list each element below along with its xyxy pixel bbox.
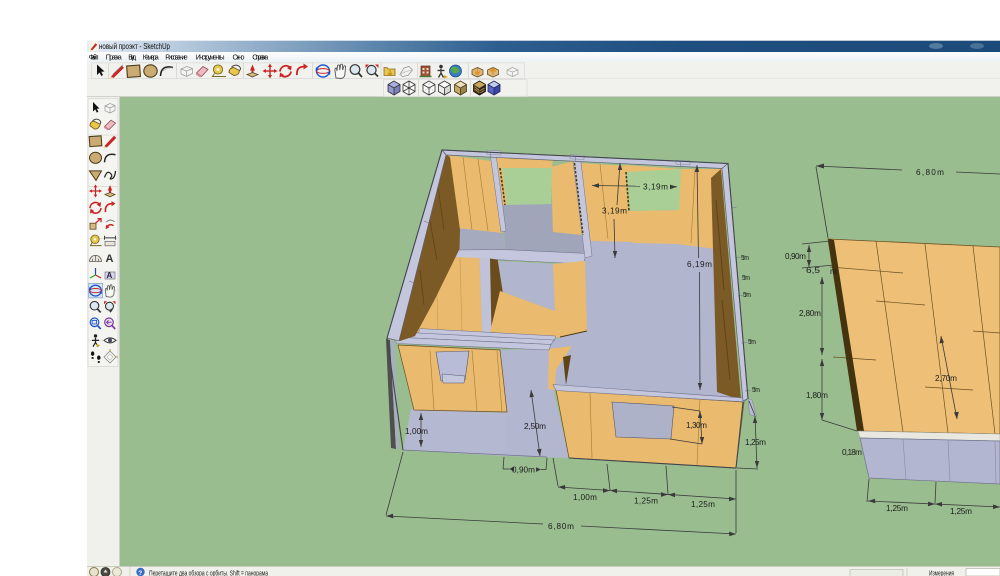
svg-text:1,00m: 1,00m: [405, 427, 428, 436]
svg-text:новый проэкт - SketchUp: новый проэкт - SketchUp: [99, 42, 170, 51]
svg-text:5m: 5m: [748, 339, 756, 346]
svg-text:5m: 5m: [743, 292, 751, 299]
svg-text:Правка: Правка: [106, 53, 122, 62]
svg-text:0,18m: 0,18m: [842, 448, 862, 457]
svg-text:1,25m: 1,25m: [745, 438, 766, 447]
svg-text:Инструменты: Инструменты: [196, 53, 225, 62]
svg-text:6,80m: 6,80m: [548, 522, 574, 531]
svg-text:1,25m: 1,25m: [691, 500, 715, 509]
svg-text:1,25m: 1,25m: [886, 504, 908, 513]
svg-text:1,80m: 1,80m: [806, 391, 828, 400]
svg-text:Справка: Справка: [252, 53, 268, 62]
svg-text:1,25m: 1,25m: [634, 497, 658, 506]
svg-text:Измерения: Измерения: [929, 570, 954, 576]
svg-text:m: m: [830, 267, 837, 276]
svg-text:0,90m: 0,90m: [785, 252, 806, 261]
svg-text:Перетащите два обзора с орбиты: Перетащите два обзора с орбиты. Shift = …: [149, 569, 268, 576]
svg-text:Камера: Камера: [143, 53, 159, 62]
svg-text:5m: 5m: [741, 255, 749, 262]
svg-text:2,50m: 2,50m: [524, 422, 546, 431]
svg-text:Окно: Окно: [233, 53, 245, 62]
svg-text:6,19m: 6,19m: [687, 260, 712, 269]
svg-text:1,00m: 1,00m: [573, 493, 597, 502]
svg-text:5m: 5m: [742, 275, 750, 282]
svg-text:1,30m: 1,30m: [686, 421, 707, 430]
svg-text:Вид: Вид: [128, 53, 137, 62]
svg-text:5m: 5m: [752, 387, 760, 394]
svg-text:3,19m: 3,19m: [643, 183, 668, 192]
svg-text:Рисование: Рисование: [165, 53, 188, 62]
svg-text:?: ?: [138, 570, 142, 576]
svg-text:2,70m: 2,70m: [935, 374, 957, 383]
svg-text:1,25m: 1,25m: [950, 507, 972, 516]
svg-text:2,80m: 2,80m: [799, 309, 821, 318]
svg-text:0,90m: 0,90m: [512, 466, 535, 475]
svg-text:Файл: Файл: [89, 53, 99, 62]
svg-text:3,19m: 3,19m: [602, 207, 627, 216]
